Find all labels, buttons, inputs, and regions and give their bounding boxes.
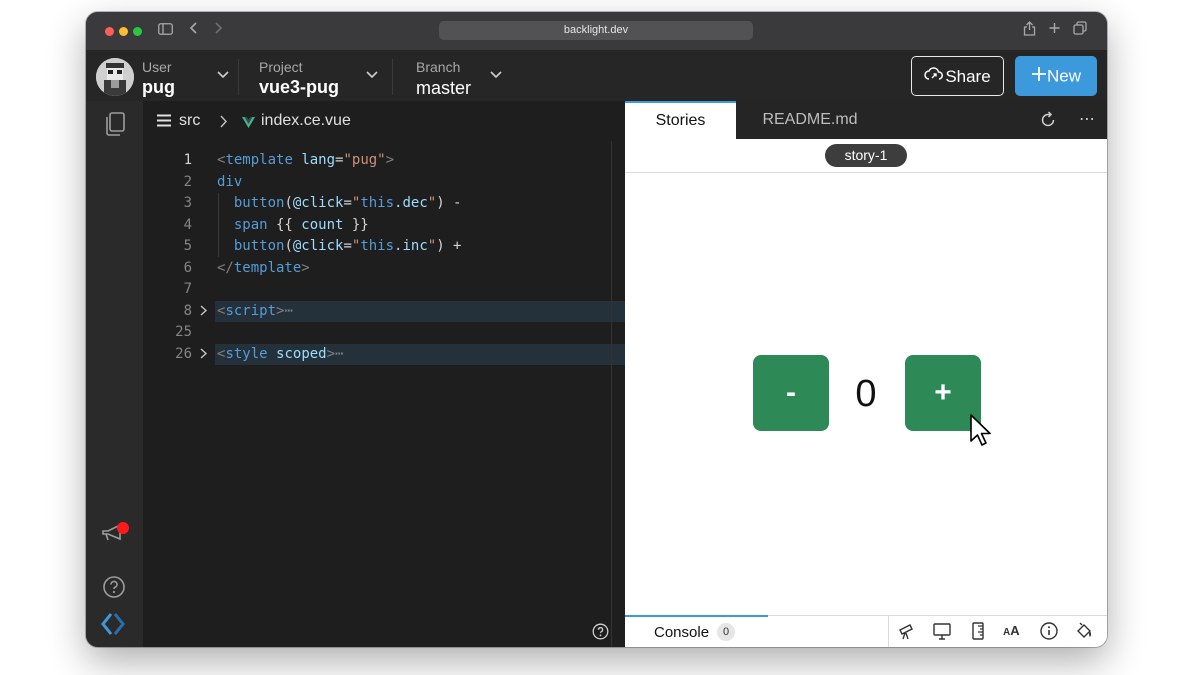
- line-number: 6: [183, 259, 192, 276]
- app-header: User pug Project vue3-pug Branch master …: [86, 51, 1107, 101]
- code-line: 3 button(@click="this.dec") -: [143, 193, 625, 215]
- line-number: 4: [183, 216, 192, 233]
- line-code: span {{ count }}: [233, 216, 369, 233]
- story-bar: story-1: [625, 139, 1107, 173]
- share-sheet-icon[interactable]: [1023, 21, 1036, 42]
- line-number: 26: [175, 345, 192, 362]
- sidebar-toggle-icon[interactable]: [158, 21, 173, 41]
- tab-stories[interactable]: Stories: [625, 101, 736, 139]
- count-value: 0: [855, 373, 877, 415]
- preview-tabs: Stories README.md ⋯: [625, 101, 1107, 139]
- fold-chevron-right-icon[interactable]: [199, 301, 208, 323]
- share-button[interactable]: Share: [911, 56, 1004, 96]
- code-line: 7: [143, 279, 625, 301]
- console-count-badge: 0: [717, 623, 735, 641]
- line-number: 25: [175, 324, 192, 340]
- editor-scrollbar[interactable]: [611, 141, 612, 647]
- announcements-megaphone-icon[interactable]: [100, 518, 130, 544]
- code-editor[interactable]: src index.ce.vue 1 <template lang="pug">…: [143, 101, 625, 647]
- indent-guide: [218, 193, 219, 257]
- address-bar[interactable]: backlight.dev: [439, 21, 753, 40]
- line-number: 7: [183, 281, 192, 297]
- telescope-icon[interactable]: [897, 621, 917, 641]
- paint-bucket-icon[interactable]: [1074, 621, 1094, 641]
- share-cloud-icon: [924, 58, 944, 95]
- line-code: <style scoped>⋯: [217, 345, 344, 362]
- breadcrumb-file[interactable]: index.ce.vue: [261, 112, 351, 130]
- branch-chevron-down-icon[interactable]: [489, 67, 503, 85]
- story-selector[interactable]: story-1: [825, 144, 907, 167]
- browser-titlebar: backlight.dev: [86, 12, 1107, 51]
- browser-window: backlight.dev User pug Project vue3-pug …: [86, 12, 1107, 647]
- notification-dot: [117, 522, 129, 534]
- line-number: 1: [183, 152, 192, 168]
- info-icon[interactable]: [1039, 621, 1059, 641]
- activity-bar: [86, 101, 143, 647]
- code-line: 25: [143, 322, 625, 344]
- console-label: Console: [654, 624, 710, 641]
- line-number: 8: [183, 302, 192, 319]
- tab-readme[interactable]: README.md: [736, 101, 884, 139]
- minimize-window-button[interactable]: [119, 27, 128, 36]
- backlight-logo-icon: [101, 612, 125, 641]
- line-number: 5: [183, 238, 192, 254]
- close-window-button[interactable]: [105, 27, 114, 36]
- preview-toolbar: AA: [888, 616, 1107, 647]
- code-line: 5 button(@click="this.inc") +: [143, 236, 625, 258]
- decrement-button[interactable]: -: [753, 355, 829, 431]
- new-tab-icon[interactable]: [1048, 21, 1061, 41]
- preview-panel: Stories README.md ⋯ story-1 - 0 + Consol…: [625, 101, 1107, 647]
- plus-icon: [1031, 57, 1047, 97]
- line-code: button(@click="this.inc") +: [233, 238, 462, 254]
- refresh-icon[interactable]: [1039, 111, 1057, 134]
- code-line: 2 div: [143, 172, 625, 194]
- line-code: <script>⋯: [217, 302, 293, 319]
- code-line: 1 <template lang="pug">: [143, 150, 625, 172]
- back-icon[interactable]: [189, 21, 199, 41]
- tab-overview-icon[interactable]: [1073, 21, 1087, 41]
- more-options-icon[interactable]: ⋯: [1079, 109, 1096, 129]
- mouse-cursor-icon: [969, 413, 993, 454]
- breadcrumb-folder[interactable]: src: [179, 112, 200, 130]
- share-label: Share: [945, 67, 991, 87]
- menu-icon[interactable]: [157, 114, 171, 132]
- line-number: 2: [183, 173, 192, 190]
- header-divider: [392, 59, 393, 95]
- editor-help-icon[interactable]: [592, 623, 609, 645]
- desktop-icon[interactable]: [932, 621, 952, 641]
- forward-icon[interactable]: [213, 21, 223, 41]
- code-line: 4 span {{ count }}: [143, 215, 625, 237]
- new-label: New: [1046, 66, 1081, 86]
- line-code: <template lang="pug">: [217, 152, 395, 168]
- help-icon[interactable]: [102, 575, 126, 604]
- branch-value: master: [416, 78, 472, 98]
- header-divider: [238, 59, 239, 95]
- user-value: pug: [142, 77, 175, 97]
- new-button[interactable]: New: [1015, 56, 1097, 96]
- ruler-icon[interactable]: [968, 621, 988, 641]
- tab-console[interactable]: Console 0: [625, 615, 768, 647]
- breadcrumb: src index.ce.vue: [143, 101, 625, 141]
- console-bar: Console 0 AA: [625, 615, 1107, 647]
- code-line-folded: 26 <style scoped>⋯: [143, 343, 625, 366]
- line-code: button(@click="this.dec") -: [233, 195, 462, 211]
- user-chevron-down-icon[interactable]: [216, 67, 230, 85]
- fold-chevron-right-icon[interactable]: [199, 344, 208, 366]
- code-line: 6 </template>: [143, 258, 625, 280]
- project-chevron-down-icon[interactable]: [365, 67, 379, 85]
- line-number: 3: [183, 195, 192, 211]
- zoom-window-button[interactable]: [133, 27, 142, 36]
- line-code: div: [217, 173, 243, 190]
- project-value: vue3-pug: [259, 77, 340, 97]
- branch-label: Branch: [416, 59, 461, 75]
- breadcrumb-chevron-right-icon: [219, 115, 228, 133]
- code-line-folded: 8 <script>⋯: [143, 300, 625, 323]
- files-icon[interactable]: [102, 111, 127, 143]
- font-size-icon[interactable]: AA: [1003, 621, 1023, 641]
- user-label: User: [142, 59, 172, 75]
- vue-logo-icon: [242, 115, 255, 133]
- avatar[interactable]: [96, 58, 134, 96]
- project-label: Project: [259, 59, 303, 75]
- line-code: </template>: [217, 259, 310, 276]
